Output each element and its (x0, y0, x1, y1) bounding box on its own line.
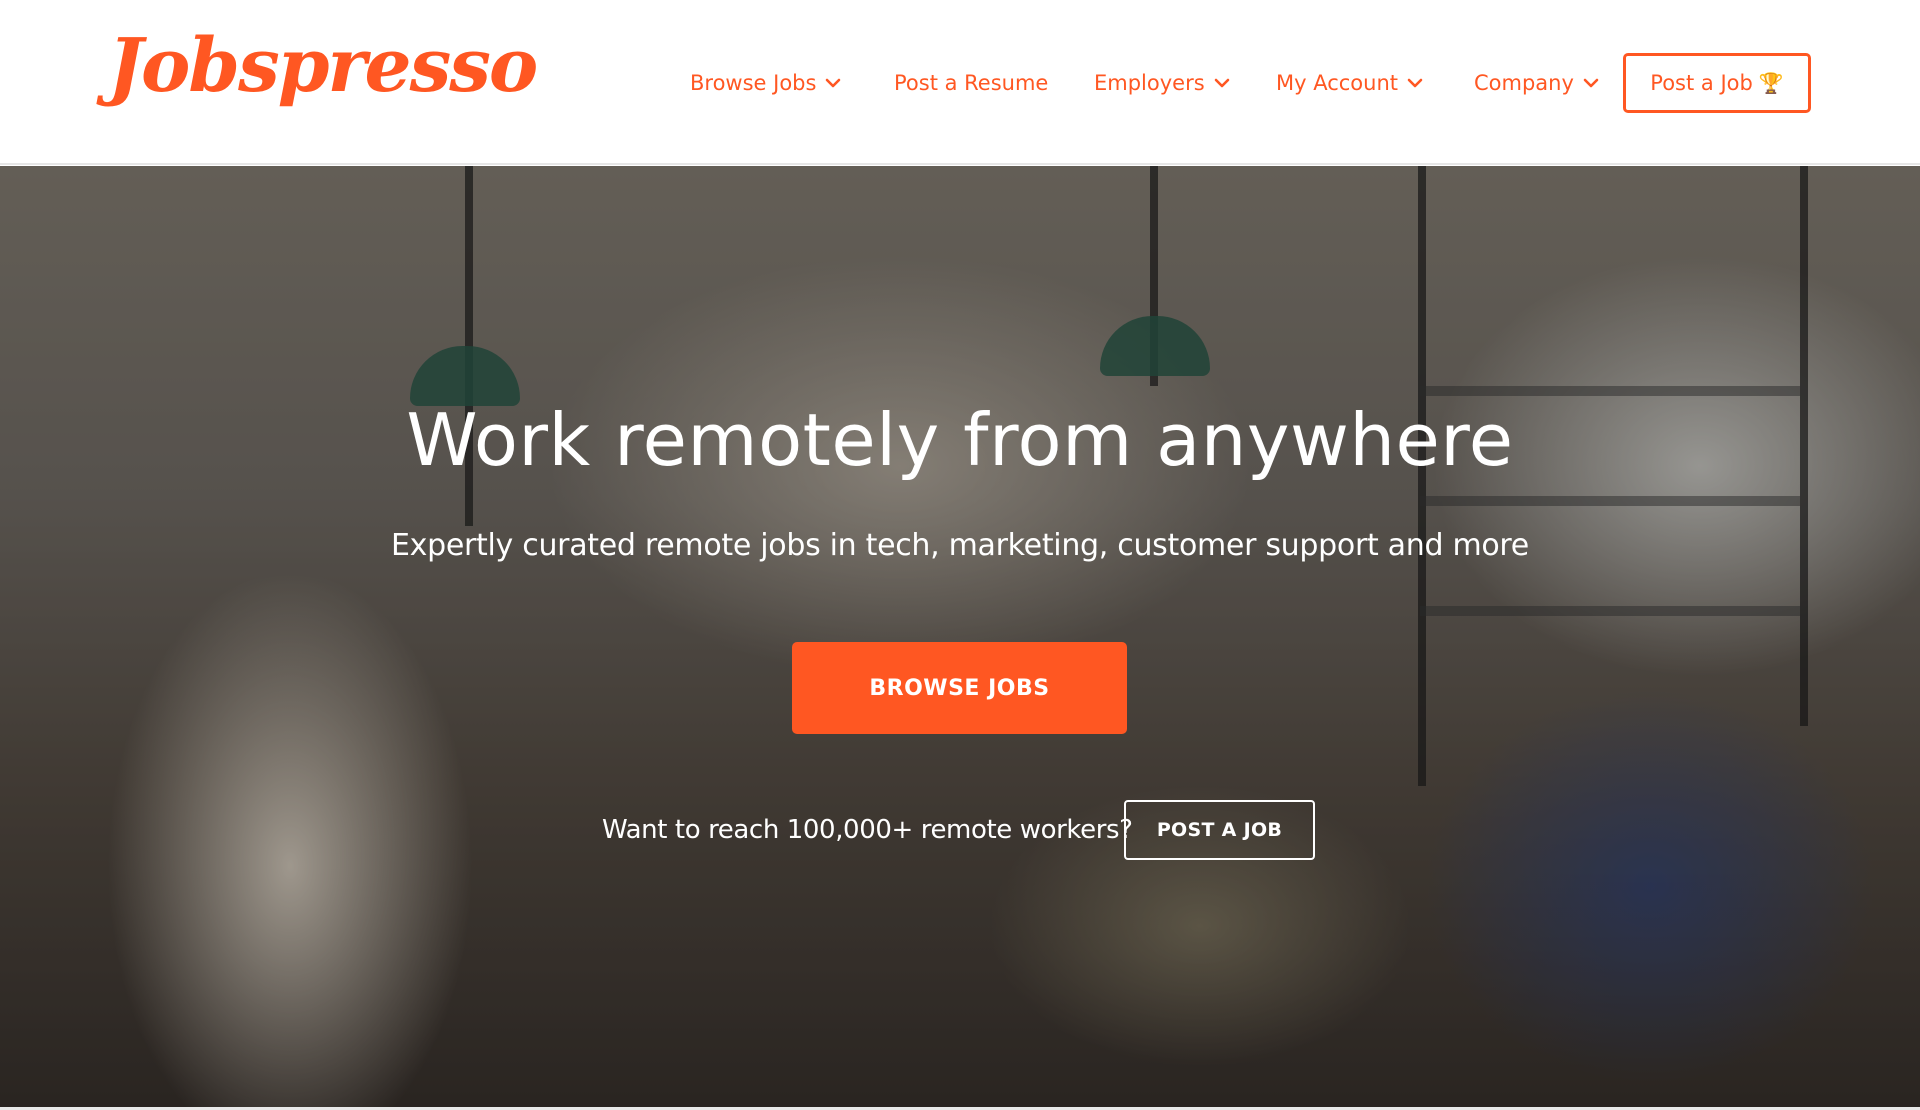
chevron-down-icon (1213, 74, 1231, 92)
post-a-job-button[interactable]: Post a Job 🏆 (1623, 53, 1811, 113)
chevron-down-icon (824, 74, 842, 92)
nav-item-label: Employers (1094, 71, 1205, 95)
hero-section: Work remotely from anywhere Expertly cur… (0, 166, 1920, 1110)
site-header: Jobspresso Browse Jobs Post a Resume Emp… (0, 0, 1920, 165)
chevron-down-icon (1582, 74, 1600, 92)
post-a-job-label: Post a Job (1650, 71, 1753, 95)
nav-item-post-a-resume[interactable]: Post a Resume (894, 52, 1048, 114)
employer-cta-text: Want to reach 100,000+ remote workers? (602, 815, 1133, 845)
hero-post-a-job-button[interactable]: POST A JOB (1124, 800, 1315, 860)
chevron-down-icon (1406, 74, 1424, 92)
trophy-icon: 🏆 (1758, 71, 1784, 95)
nav-item-browse-jobs[interactable]: Browse Jobs (690, 52, 842, 114)
hero-content: Work remotely from anywhere Expertly cur… (0, 166, 1920, 1110)
employer-cta-row: Want to reach 100,000+ remote workers? P… (0, 800, 1920, 860)
nav-item-employers[interactable]: Employers (1094, 52, 1231, 114)
nav-item-company[interactable]: Company (1474, 52, 1600, 114)
hero-subtitle: Expertly curated remote jobs in tech, ma… (391, 528, 1529, 563)
browse-jobs-button[interactable]: BROWSE JOBS (792, 642, 1127, 734)
nav-item-label: Post a Resume (894, 71, 1049, 95)
nav-item-label: Company (1474, 71, 1574, 95)
nav-item-label: Browse Jobs (690, 71, 817, 95)
hero-headline: Work remotely from anywhere (406, 398, 1514, 482)
nav-item-label: My Account (1276, 71, 1399, 95)
nav-item-my-account[interactable]: My Account (1276, 52, 1424, 114)
